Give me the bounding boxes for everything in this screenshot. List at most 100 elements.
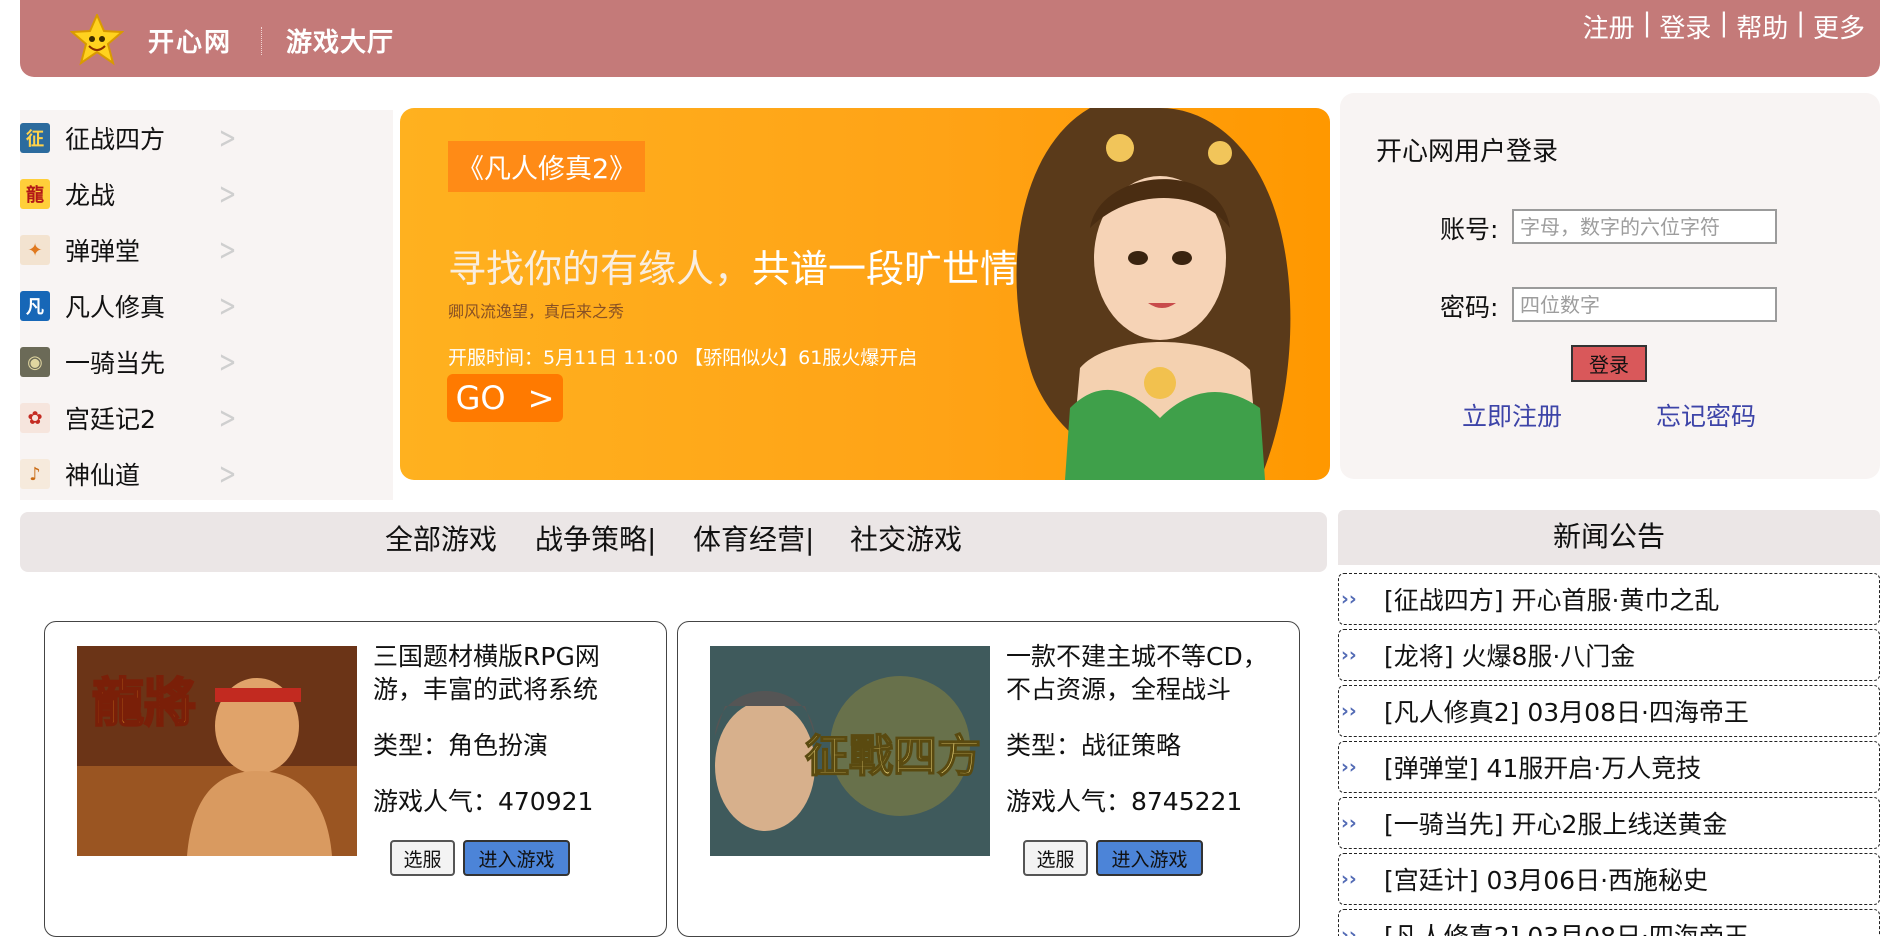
sidebar-item-yiqidangxian[interactable]: ◉ 一骑当先 > — [20, 334, 393, 390]
go-label: GO — [455, 379, 506, 417]
sidebar-item-label: 宫廷记2 — [65, 405, 156, 434]
more-link[interactable]: 更多 — [1813, 8, 1865, 45]
game-type: 类型：角色扮演 — [373, 731, 549, 760]
banner-game-badge: 《凡人修真2》 — [448, 141, 646, 192]
register-link[interactable]: 注册 — [1583, 8, 1635, 45]
sidebar-item-label: 一骑当先 — [65, 349, 166, 378]
news-item[interactable]: ›› [宫廷计] 03月06日·西施秘史 — [1338, 853, 1880, 905]
news-panel: 新闻公告 ›› [征战四方] 开心首服·黄巾之乱 ›› [龙将] 火爆8服·八门金 … — [1338, 510, 1882, 936]
fanren-game-icon: 凡 — [20, 291, 50, 321]
game-description: 三国题材横版RPG网游，丰富的武将系统 — [373, 642, 600, 704]
news-item-text: [征战四方] 开心首服·黄巾之乱 — [1384, 586, 1720, 615]
banner-go-button[interactable]: GO > — [447, 374, 563, 422]
sidebar-item-gongtingji[interactable]: ✿ 宫廷记2 > — [20, 390, 393, 446]
news-item-text: [宫廷计] 03月06日·西施秘史 — [1384, 866, 1709, 895]
sidebar-item-longzhan[interactable]: 龍 龙战 > — [20, 166, 393, 222]
zhengzhansifang-game-thumbnail[interactable]: 征戰四方 — [710, 646, 990, 856]
longjiang-game-thumbnail[interactable]: 龍將 — [77, 646, 357, 856]
chevron-right-icon: > — [218, 344, 237, 380]
sidebar-item-label: 神仙道 — [65, 461, 141, 490]
chevron-right-icon: > — [218, 120, 237, 156]
password-input[interactable] — [1512, 287, 1777, 322]
ddtank-game-icon: ✦ — [20, 235, 50, 265]
chevron-right-icon: > — [218, 456, 237, 492]
game-popularity: 游戏人气：8745221 — [1006, 787, 1243, 816]
sidebar-item-shenxiandao[interactable]: ♪ 神仙道 > — [20, 446, 393, 502]
choose-server-button[interactable]: 选服 — [390, 840, 455, 876]
news-item[interactable]: ›› [凡人修真2] 03月08日·四海帝王 — [1338, 685, 1880, 737]
shenxian-game-icon: ♪ — [20, 459, 50, 489]
news-item[interactable]: ›› [一骑当先] 开心2服上线送黄金 — [1338, 797, 1880, 849]
chevron-right-icon: > — [218, 176, 237, 212]
tab-all-games[interactable]: 全部游戏 — [385, 518, 497, 558]
nav-separator: | — [1796, 8, 1805, 38]
news-item-text: [凡人修真2] 03月08日·四海帝王 — [1384, 917, 1749, 936]
top-nav-links: 注册 | 登录 | 帮助 | 更多 — [1583, 8, 1865, 45]
kaixin-star-logo-icon[interactable] — [70, 14, 124, 66]
double-chevron-icon: ›› — [1341, 644, 1357, 666]
sidebar-item-label: 凡人修真 — [65, 293, 166, 322]
double-chevron-icon: ›› — [1341, 924, 1357, 936]
promo-banner[interactable]: 《凡人修真2》 寻找你的有缘人，共谱一段旷世情缘 卿风流逸望，真后来之秀 开服时… — [400, 108, 1330, 480]
register-now-link[interactable]: 立即注册 — [1462, 397, 1562, 433]
sidebar-item-dandantang[interactable]: ✦ 弹弹堂 > — [20, 222, 393, 278]
news-item[interactable]: ›› [弹弹堂] 41服开启·万人竞技 — [1338, 741, 1880, 793]
banner-server-date: 开服时间：5月11日 11:00 【骄阳似火】61服火爆开启 — [448, 347, 918, 369]
chevron-right-icon: > — [218, 288, 237, 324]
thumb-title-text: 征戰四方 — [805, 731, 981, 782]
forgot-password-link[interactable]: 忘记密码 — [1656, 397, 1756, 433]
nav-separator: | — [1642, 8, 1652, 38]
banner-subtitle: 卿风流逸望，真后来之秀 — [448, 302, 625, 321]
header-divider — [261, 27, 262, 55]
login-button[interactable]: 登录 — [1571, 345, 1647, 382]
nav-separator: | — [1719, 8, 1729, 38]
news-item[interactable]: ›› [龙将] 火爆8服·八门金 — [1338, 629, 1880, 681]
palace-game-icon: ✿ — [20, 403, 50, 433]
enter-game-button[interactable]: 进入游戏 — [1096, 840, 1203, 876]
game-type: 类型：战征策略 — [1006, 731, 1182, 760]
sidebar-item-label: 弹弹堂 — [65, 237, 141, 266]
tab-war-strategy[interactable]: 战争策略| — [535, 518, 656, 558]
tab-social-games[interactable]: 社交游戏 — [850, 518, 962, 558]
game-sidebar: 征 征战四方 > 龍 龙战 > ✦ 弹弹堂 > 凡 凡人修真 > ◉ 一骑当先 … — [20, 110, 393, 500]
yiqi-game-icon: ◉ — [20, 347, 50, 377]
password-label: 密码: — [1440, 293, 1499, 322]
game-card-longjiang: 龍將 三国题材横版RPG网游，丰富的武将系统 类型：角色扮演 游戏人气：4709… — [44, 621, 667, 937]
news-item-text: [一骑当先] 开心2服上线送黄金 — [1384, 810, 1728, 839]
game-category-tabs: 全部游戏 战争策略| 体育经营| 社交游戏 — [20, 512, 1327, 572]
game-popularity: 游戏人气：470921 — [373, 787, 594, 816]
sidebar-item-label: 征战四方 — [65, 125, 166, 154]
news-item-text: [龙将] 火爆8服·八门金 — [1384, 642, 1636, 671]
brand-name[interactable]: 开心网 — [148, 22, 232, 59]
double-chevron-icon: ›› — [1341, 588, 1357, 610]
account-label: 账号: — [1440, 215, 1499, 244]
news-item[interactable]: ›› [凡人修真2] 03月08日·四海帝王 — [1338, 909, 1880, 936]
login-panel-title: 开心网用户登录 — [1376, 137, 1559, 167]
choose-server-button[interactable]: 选服 — [1023, 840, 1088, 876]
game-description: 一款不建主城不等CD，不占资源，全程战斗 — [1006, 642, 1268, 704]
tab-sports-management[interactable]: 体育经营| — [693, 518, 814, 558]
double-chevron-icon: ›› — [1341, 812, 1357, 834]
double-chevron-icon: ›› — [1341, 756, 1357, 778]
sidebar-item-fanrenxiuzhen[interactable]: 凡 凡人修真 > — [20, 278, 393, 334]
dragon-game-icon: 龍 — [20, 179, 50, 209]
banner-character-illustration — [1016, 108, 1291, 480]
help-link[interactable]: 帮助 — [1736, 8, 1788, 45]
login-panel: 开心网用户登录 账号: 密码: 登录 立即注册 忘记密码 — [1340, 93, 1880, 479]
zhengzhan-game-icon: 征 — [20, 123, 50, 153]
account-input[interactable] — [1512, 209, 1777, 244]
game-hall-title[interactable]: 游戏大厅 — [286, 22, 394, 59]
double-chevron-icon: ›› — [1341, 700, 1357, 722]
enter-game-button[interactable]: 进入游戏 — [463, 840, 570, 876]
news-title: 新闻公告 — [1338, 510, 1880, 565]
news-item[interactable]: ›› [征战四方] 开心首服·黄巾之乱 — [1338, 573, 1880, 625]
game-card-zhengzhansifang: 征戰四方 一款不建主城不等CD，不占资源，全程战斗 类型：战征策略 游戏人气：8… — [677, 621, 1300, 937]
login-link[interactable]: 登录 — [1659, 8, 1711, 45]
top-header-bar: 开心网 游戏大厅 注册 | 登录 | 帮助 | 更多 — [20, 0, 1880, 77]
sidebar-item-label: 龙战 — [65, 181, 116, 210]
chevron-right-icon: > — [218, 232, 237, 268]
news-item-text: [凡人修真2] 03月08日·四海帝王 — [1384, 698, 1749, 727]
banner-headline-part1: 寻找你的有缘人， — [448, 247, 753, 291]
news-item-text: [弹弹堂] 41服开启·万人竞技 — [1384, 754, 1702, 783]
sidebar-item-zhengzhansifang[interactable]: 征 征战四方 > — [20, 110, 393, 166]
